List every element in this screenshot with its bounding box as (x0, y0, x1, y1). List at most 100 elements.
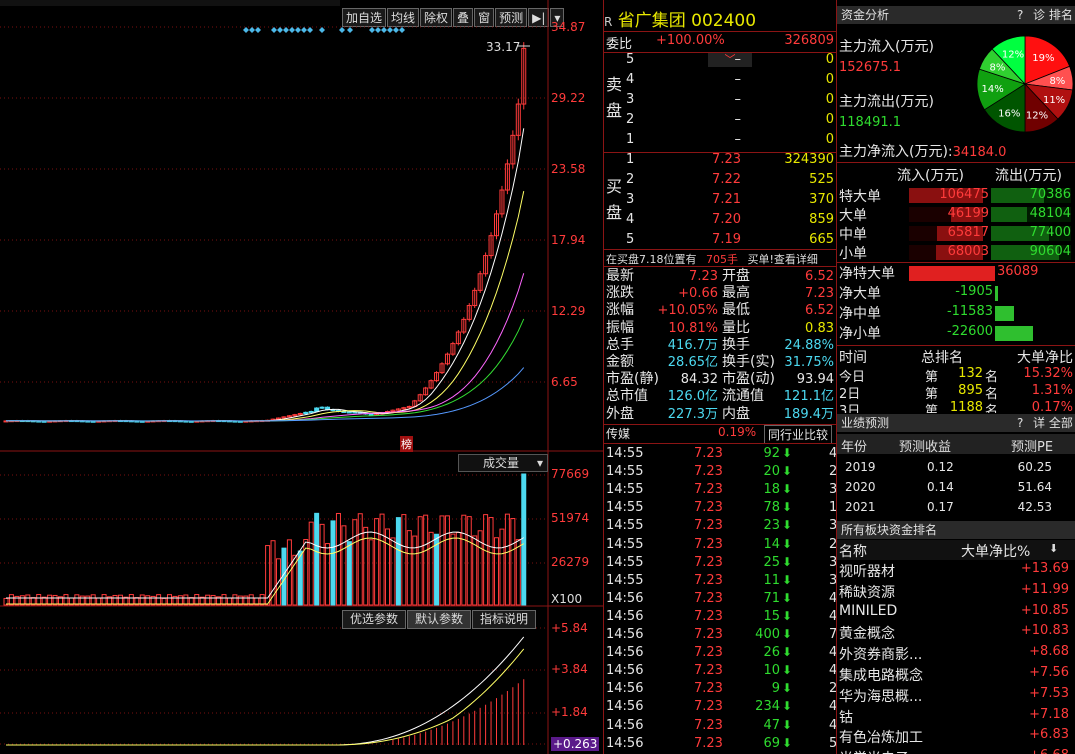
industry-compare-button[interactable]: 同行业比较 (764, 425, 833, 444)
stock-title: R 省广集团 002400 (604, 6, 756, 31)
col-inflow: 流入(万元) (897, 168, 964, 184)
fund-panel: 资金分析 ? 诊 排名 主力流入(万元) 152675.1 主力流出(万元) 1… (836, 0, 1075, 754)
forecast-row: 2021 0.17 42.53 (837, 497, 1075, 517)
buy-info-qty: 705手 (706, 253, 738, 266)
sector-row[interactable]: 视听器材 +13.69 (839, 561, 1075, 581)
volume-bar (194, 594, 200, 606)
sector-name: 外资券商影... (839, 647, 923, 664)
indicator-tick: +3.84 (551, 662, 588, 676)
stock-name: 省广集团 (617, 11, 686, 31)
flow-in: 46199 (947, 206, 989, 221)
rank-row: 2日 第 895 名 1.31% (839, 383, 1075, 402)
tick-row: 14:56 7.23 69 ⬇ 5 (606, 735, 837, 754)
volume-bar (8, 594, 14, 606)
buy-row[interactable]: 3 7.21 370 (626, 192, 834, 212)
indicator-axis: +5.84 +3.84 +1.84 +0.263 (551, 620, 603, 754)
tab-indicator-help[interactable]: 指标说明 (472, 610, 537, 629)
fund-header: 资金分析 ? 诊 排名 (837, 6, 1075, 24)
sector-row[interactable]: 光学光电子 +6.68 (839, 748, 1075, 754)
arrow-down-icon: ⬇ (782, 663, 793, 678)
outflow-value: 118491.1 (839, 115, 902, 130)
book-price: 7.22 (712, 172, 741, 187)
buy-row[interactable]: 2 7.22 525 (626, 172, 834, 192)
rank-suffix: 名 (985, 404, 999, 413)
bang-badge[interactable]: 榜 (400, 436, 413, 452)
tab-default-params[interactable]: 默认参数 (407, 610, 472, 629)
help-icon[interactable]: ? (1017, 6, 1023, 24)
forecast-year: 2019 (845, 460, 876, 474)
tick-volume: 47 (763, 717, 780, 733)
sectors-col-val[interactable]: 大单净比% (961, 541, 1030, 561)
signal-diamond (301, 27, 307, 33)
fund-title: 资金分析 (841, 8, 890, 22)
volume-bar (183, 594, 189, 606)
tab-preferred-params[interactable]: 优选参数 (342, 610, 407, 629)
sell-row[interactable]: 4 – 0 (626, 72, 834, 92)
tick-price: 7.23 (694, 699, 723, 715)
sector-row[interactable]: MINILED +10.85 (839, 603, 1075, 623)
tick-price: 7.23 (694, 446, 723, 461)
pie-label: 14% (982, 84, 1004, 95)
sort-down-icon[interactable]: ⬇ (1049, 542, 1058, 555)
sell-row[interactable]: 2 – 0 (626, 112, 834, 132)
sell-row[interactable]: 3 – 0 (626, 92, 834, 112)
buy-row[interactable]: 1 7.23 324390 (626, 152, 834, 172)
buy-info-link[interactable]: 买单!查看详细 (748, 253, 818, 266)
tick-price: 7.23 (694, 735, 723, 751)
tick-volume: 69 (763, 735, 780, 751)
sector-row[interactable]: 集成电路概念 +7.56 (839, 665, 1075, 685)
signal-diamond (283, 27, 289, 33)
arrow-down-icon: ⬇ (782, 446, 793, 460)
quote-value: 84.32 (680, 372, 718, 388)
quote-row: 市盈(静) 84.32 市盈(动) 93.94 (606, 371, 836, 388)
sectors-title: 所有板块资金排名 (841, 523, 938, 537)
quote-value2: 93.94 (796, 372, 834, 388)
sectors-header: 所有板块资金排名 (837, 521, 1075, 539)
book-volume: 324390 (784, 152, 834, 167)
quote-value: +10.05% (657, 303, 718, 319)
quote-label2: 最低 (722, 302, 750, 319)
volume-bar (466, 516, 472, 606)
volume-bar (319, 523, 325, 606)
pie-label: 16% (998, 109, 1020, 120)
sector-row[interactable]: 有色冶炼加工 +6.83 (839, 727, 1075, 747)
flow-row: 小单 68003 90604 (839, 243, 1075, 262)
book-volume: 859 (809, 212, 834, 227)
sector-rows: 视听器材 +13.69 稀缺资源 +11.99 MINILED +10.85 黄… (837, 561, 1075, 754)
help-icon[interactable]: ? (1017, 414, 1023, 432)
stock-prefix: R (604, 15, 613, 29)
sector-row[interactable]: 钴 +7.18 (839, 707, 1075, 727)
book-price: – (734, 132, 742, 147)
sell-row[interactable]: 1 – 0 (626, 132, 834, 152)
tick-price: 7.23 (694, 482, 723, 498)
quote-label: 总市值 (606, 388, 648, 405)
tick-row: 14:56 7.23 47 ⬇ 4 (606, 717, 837, 736)
tick-time: 14:56 (606, 645, 644, 661)
buy-row[interactable]: 4 7.20 859 (626, 212, 834, 232)
arrow-down-icon: ⬇ (782, 464, 793, 479)
rank-header: 时间 总排名 大单净比 (839, 347, 1075, 367)
volume-unit: X100 (551, 592, 583, 606)
sector-row[interactable]: 外资券商影... +8.68 (839, 644, 1075, 664)
indicator-select[interactable]: 成交量 ▾ (458, 454, 548, 472)
tick-row: 14:56 7.23 26 ⬇ 4 (606, 645, 837, 663)
rank-value: 0.17% (1031, 400, 1073, 413)
kline-panel[interactable]: 加自选 均线 除权叠窗预测 ▶| ▾ 34.87 29.22 23.58 17.94 1… (0, 0, 603, 754)
forecast-col-header: 年份 预测收益 预测PE (837, 434, 1075, 455)
book-level: 5 (626, 232, 635, 247)
sell-row[interactable]: 5 – 0 (626, 52, 834, 72)
signal-diamond (243, 27, 249, 33)
forecast-tabs[interactable]: 详 全部 (1033, 414, 1073, 432)
tick-time: 14:55 (606, 446, 644, 461)
sector-value: +10.83 (1020, 623, 1069, 639)
signal-diamond (375, 27, 381, 33)
flow-row: 大单 46199 48104 (839, 205, 1075, 224)
quote-row: 最新 7.23 开盘 6.52 (606, 268, 836, 285)
arrow-down-icon: ⬇ (782, 482, 793, 497)
sector-row[interactable]: 稀缺资源 +11.99 (839, 582, 1075, 602)
fund-tabs[interactable]: 诊 排名 (1033, 6, 1073, 24)
volume-bar (423, 514, 429, 606)
net-flow-label: 主力净流入(万元): (839, 144, 953, 160)
sector-row[interactable]: 华为海思概... +7.53 (839, 686, 1075, 706)
sector-row[interactable]: 黄金概念 +10.83 (839, 623, 1075, 643)
